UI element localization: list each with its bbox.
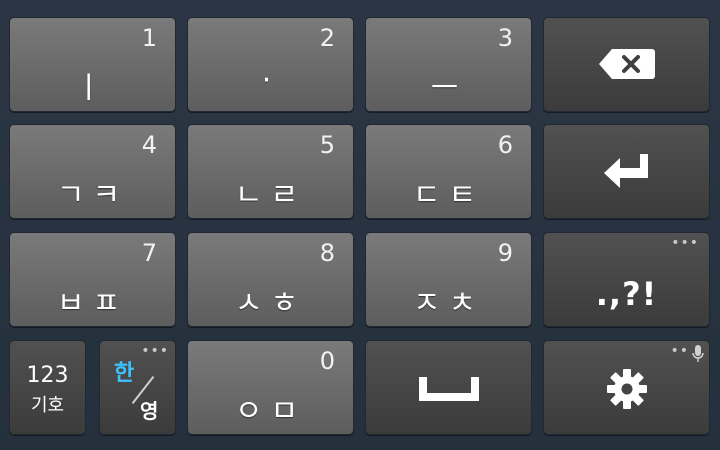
microphone-icon xyxy=(692,345,704,362)
key-label: ㅇㅁ xyxy=(234,394,307,429)
key-number: 7 xyxy=(141,239,157,267)
key-label: ㅅㅎ xyxy=(234,286,307,321)
enter-icon xyxy=(604,154,648,188)
backspace-icon xyxy=(599,49,655,79)
key-label: ㅈㅊ xyxy=(412,286,485,321)
key-label: ㅂㅍ xyxy=(56,286,129,321)
key-5[interactable]: 5 ㄴㄹ xyxy=(187,124,354,219)
key-label: ㄱㅋ xyxy=(56,178,129,213)
space-icon xyxy=(419,377,479,401)
punctuation-label: .,?! xyxy=(595,275,658,313)
key-3[interactable]: 3 ㅡ xyxy=(365,17,532,112)
key-label: ㄴㄹ xyxy=(234,178,307,213)
symbols-label: 기호 xyxy=(30,395,65,416)
key-6[interactable]: 6 ㄷㅌ xyxy=(365,124,532,219)
key-2[interactable]: 2 · xyxy=(187,17,354,112)
key-4[interactable]: 4 ㄱㅋ xyxy=(9,124,176,219)
key-8[interactable]: 8 ㅅㅎ xyxy=(187,232,354,327)
key-1[interactable]: 1 ㅣ xyxy=(9,17,176,112)
english-label: 영 xyxy=(140,399,159,423)
key-number: 5 xyxy=(319,131,335,159)
key-7[interactable]: 7 ㅂㅍ xyxy=(9,232,176,327)
settings-key[interactable]: •• xyxy=(543,340,710,435)
key-number: 3 xyxy=(497,24,513,52)
key-9[interactable]: 9 ㅈㅊ xyxy=(365,232,532,327)
language-switch-key[interactable]: ••• 한 영 xyxy=(99,340,176,435)
symbol-mode-key[interactable]: 123 기호 xyxy=(9,340,86,435)
more-options-dots: ••• xyxy=(671,235,699,251)
key-label: · xyxy=(261,63,280,98)
key-number: 2 xyxy=(319,24,335,52)
korean-keyboard: 1 ㅣ 2 · 3 ㅡ 4 ㄱㅋ 5 ㄴㄹ 6 ㄷㅌ 7 ㅂㅍ 8 ㅅㅎ 9 ㅈ… xyxy=(0,0,720,450)
more-options-dots: •• xyxy=(670,343,689,359)
space-key[interactable] xyxy=(365,340,532,435)
gear-icon xyxy=(607,369,647,409)
numbers-label: 123 xyxy=(26,363,69,388)
enter-key[interactable] xyxy=(543,124,710,219)
key-label: ㄷㅌ xyxy=(412,178,485,213)
key-0[interactable]: 0 ㅇㅁ xyxy=(187,340,354,435)
key-label: ㅣ xyxy=(74,71,111,106)
korean-label: 한 xyxy=(114,361,135,386)
key-number: 9 xyxy=(497,239,513,267)
key-number: 8 xyxy=(319,239,335,267)
more-options-dots: ••• xyxy=(141,343,169,359)
key-number: 1 xyxy=(141,24,157,52)
key-number: 4 xyxy=(141,131,157,159)
key-number: 6 xyxy=(497,131,513,159)
punctuation-key[interactable]: ••• .,?! xyxy=(543,232,710,327)
backspace-key[interactable] xyxy=(543,17,710,112)
key-label: ㅡ xyxy=(430,71,467,106)
key-number: 0 xyxy=(319,347,335,375)
